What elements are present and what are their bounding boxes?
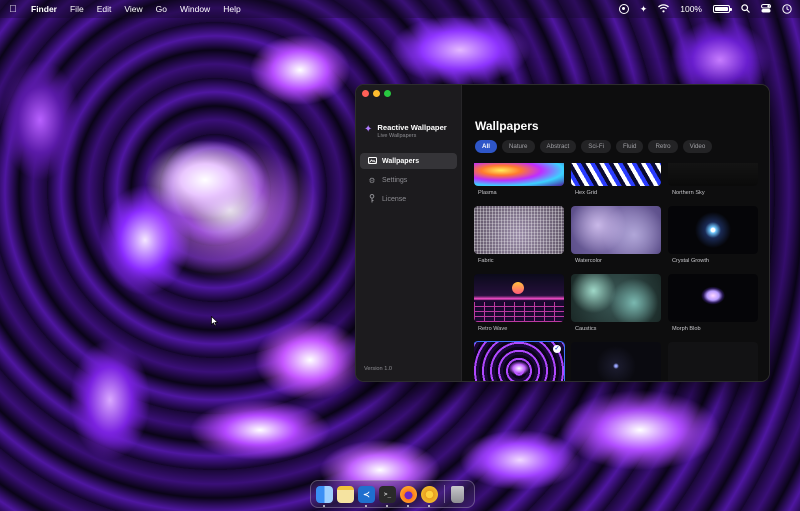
wallpaper-name: Morph Blob [672,326,701,332]
menu-edit[interactable]: Edit [97,4,112,14]
menu-window[interactable]: Window [180,4,210,14]
wallpaper-thumbnail [474,274,564,322]
gear-icon: ⚙ [368,175,376,185]
app-title: Reactive Wallpaper [377,123,447,132]
dock-terminal-icon[interactable]: >_ [379,485,396,507]
sidebar: ✦ Reactive Wallpaper Live Wallpapers Wal… [356,85,462,381]
wallpaper-name: Fabric [478,258,494,264]
wallpaper-thumbnail [474,163,564,186]
sidebar-item-settings[interactable]: ⚙ Settings [360,172,457,188]
menu-bar:  Finder File Edit View Go Window Help ✦… [0,0,800,18]
app-subtitle: Live Wallpapers [377,133,417,139]
checkmark-icon: ✓ [553,345,561,353]
menu-file[interactable]: File [70,4,84,14]
wallpaper-name: Northern Sky [672,190,705,196]
wallpaper-thumbnail [474,206,564,254]
menu-view[interactable]: View [124,4,142,14]
dock-finder-icon[interactable] [316,485,333,507]
wallpaper-card-retro-wave[interactable]: Retro Wave [474,274,564,342]
menu-help[interactable]: Help [223,4,240,14]
search-icon[interactable] [741,3,750,15]
wallpaper-grid-scroll[interactable]: Plasma Hex Grid Northern Sky Fabric Wate… [474,163,764,381]
wallpaper-thumbnail [668,342,758,381]
wallpaper-card-morph-blob[interactable]: Morph Blob [668,274,758,342]
wallpaper-grid: Plasma Hex Grid Northern Sky Fabric Wate… [474,163,758,381]
dock-firefox-icon[interactable] [400,485,417,507]
filter-chip-video[interactable]: Video [682,140,713,153]
wallpaper-card-starburst[interactable] [571,342,661,381]
filter-bar: All Nature Abstract Sci-Fi Fluid Retro V… [475,140,769,153]
filter-chip-fluid[interactable]: Fluid [616,140,644,153]
wallpaper-thumbnail [668,274,758,322]
wallpaper-card-watercolor[interactable]: Watercolor [571,206,661,274]
battery-percent: 100% [680,4,702,14]
window-controls [362,90,391,97]
wallpaper-card-fabric[interactable]: Fabric [474,206,564,274]
wallpaper-thumbnail: ✓ [474,341,565,381]
menu-app-name[interactable]: Finder [31,4,57,14]
wallpaper-name: Crystal Growth [672,258,709,264]
wallpaper-icon [368,156,377,166]
wallpaper-card-caustics[interactable]: Caustics [571,274,661,342]
filter-chip-scifi[interactable]: Sci-Fi [581,140,612,153]
reactive-wallpaper-window: ✦ Reactive Wallpaper Live Wallpapers Wal… [355,84,770,382]
wallpaper-name: Plasma [478,190,497,196]
app-brand: ✦ Reactive Wallpaper Live Wallpapers [356,123,461,139]
dock-separator [444,485,445,503]
filter-chip-abstract[interactable]: Abstract [539,140,577,153]
wallpaper-name: Hex Grid [575,190,598,196]
apple-menu-icon[interactable]:  [8,4,18,15]
dock-vscode-icon[interactable]: ≺ [358,485,375,507]
sidebar-item-wallpapers[interactable]: Wallpapers [360,153,457,169]
page-title: Wallpapers [475,119,539,133]
filter-chip-retro[interactable]: Retro [648,140,678,153]
filter-chip-nature[interactable]: Nature [501,140,535,153]
wallpaper-thumbnail [571,274,661,322]
control-center-icon[interactable] [761,3,771,15]
wallpaper-thumbnail [571,342,661,381]
sidebar-item-label: License [382,195,407,203]
key-icon [368,193,376,205]
sidebar-item-label: Wallpapers [382,157,420,165]
wallpaper-name: Caustics [575,326,597,332]
dock: ≺ >_ [310,480,475,508]
clock-icon[interactable] [782,4,792,14]
battery-icon[interactable] [713,5,732,13]
close-button[interactable] [362,90,369,97]
minimize-button[interactable] [373,90,380,97]
wallpaper-thumbnail [571,206,661,254]
wallpaper-card-dark[interactable] [668,342,758,381]
wallpaper-card-selected[interactable]: ✓ [474,341,565,381]
wallpaper-card-crystal-growth[interactable]: Crystal Growth [668,206,758,274]
sidebar-item-license[interactable]: License [360,191,457,207]
sidebar-nav: Wallpapers ⚙ Settings License [356,153,461,207]
record-status-icon[interactable] [618,4,629,14]
wallpaper-name: Retro Wave [478,326,508,332]
dock-trash-icon[interactable] [451,485,464,503]
filter-chip-all[interactable]: All [475,140,497,153]
wallpaper-thumbnail [668,206,758,254]
wifi-icon[interactable] [658,3,670,15]
wallpaper-name: Watercolor [575,258,602,264]
dock-notes-icon[interactable] [337,485,354,503]
sparkle-status-icon[interactable]: ✦ [640,4,648,15]
wallpaper-thumbnail [668,163,758,186]
dock-chrome-icon[interactable] [421,485,438,507]
sidebar-item-label: Settings [382,176,408,184]
wallpaper-thumbnail [571,163,661,186]
menu-go[interactable]: Go [156,4,167,14]
sparkle-logo-icon: ✦ [364,124,373,135]
version-label: Version 1.0 [364,366,392,372]
zoom-button[interactable] [384,90,391,97]
